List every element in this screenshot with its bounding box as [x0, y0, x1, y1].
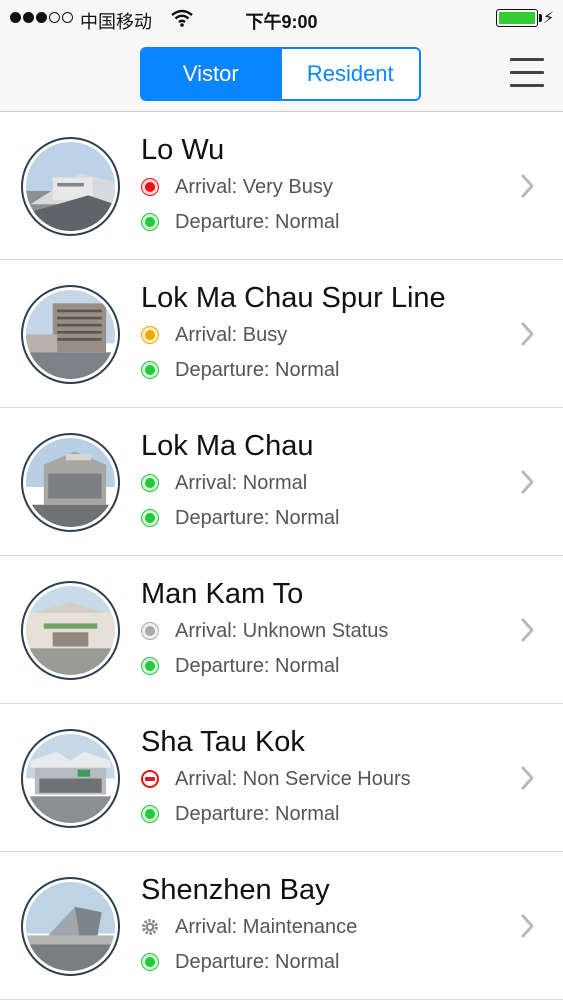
red-status-icon: [141, 178, 159, 196]
departure-status: Departure: Normal: [141, 210, 340, 234]
chevron-right-icon: [521, 914, 534, 938]
arrival-status: Arrival: Busy: [141, 323, 287, 347]
green-status-icon: [141, 953, 159, 971]
chevron-right-icon: [521, 174, 534, 198]
departure-status: Departure: Normal: [141, 802, 340, 826]
checkpoint-photo: [21, 581, 120, 680]
status-bar: 中国移动 下午9:00 ⚡: [0, 0, 563, 36]
departure-status-text: Departure: Normal: [175, 210, 340, 233]
departure-status-text: Departure: Normal: [175, 654, 340, 677]
green-status-icon: [141, 657, 159, 675]
checkpoint-photo: [21, 137, 120, 236]
checkpoint-name: Shenzhen Bay: [141, 874, 330, 906]
battery-tip: [539, 14, 542, 22]
arrival-status-text: Arrival: Very Busy: [175, 175, 333, 198]
departure-status-text: Departure: Normal: [175, 506, 340, 529]
checkpoint-name: Man Kam To: [141, 578, 304, 610]
arrival-status-text: Arrival: Normal: [175, 471, 308, 494]
arrival-status: Arrival: Normal: [141, 471, 307, 495]
list-item-sha-tau-kok[interactable]: Sha Tau Kok Arrival: Non Service Hours D…: [0, 704, 563, 852]
no-service-icon: [141, 770, 159, 788]
chevron-right-icon: [521, 322, 534, 346]
tab-resident[interactable]: Resident: [279, 49, 419, 99]
green-status-icon: [141, 213, 159, 231]
chevron-right-icon: [521, 618, 534, 642]
checkpoint-name: Lok Ma Chau: [141, 430, 314, 462]
list-item-man-kam-to[interactable]: Man Kam To Arrival: Unknown Status Depar…: [0, 556, 563, 704]
checkpoint-photo: [21, 285, 120, 384]
list-item-lok-ma-chau-spur-line[interactable]: Lok Ma Chau Spur Line Arrival: Busy Depa…: [0, 260, 563, 408]
charging-bolt-icon: ⚡: [543, 10, 555, 27]
arrival-status: Arrival: Maintenance: [141, 915, 357, 939]
departure-status: Departure: Normal: [141, 358, 340, 382]
green-status-icon: [141, 805, 159, 823]
checkpoint-photo: [21, 433, 120, 532]
departure-status: Departure: Normal: [141, 654, 340, 678]
checkpoint-name: Lok Ma Chau Spur Line: [141, 282, 446, 314]
hamburger-menu-icon[interactable]: [510, 58, 544, 90]
tab-visitor[interactable]: Vistor: [142, 49, 280, 99]
list-item-lo-wu[interactable]: Lo Wu Arrival: Very Busy Departure: Norm…: [0, 112, 563, 260]
departure-status-text: Departure: Normal: [175, 358, 340, 381]
battery-icon: [496, 9, 538, 27]
chevron-right-icon: [521, 766, 534, 790]
green-status-icon: [141, 509, 159, 527]
list-item-shenzhen-bay[interactable]: Shenzhen Bay Arrival: Maintenance Depart…: [0, 852, 563, 1000]
arrival-status: Arrival: Unknown Status: [141, 619, 388, 643]
chevron-right-icon: [521, 470, 534, 494]
departure-status-text: Departure: Normal: [175, 802, 340, 825]
green-status-icon: [141, 474, 159, 492]
visitor-resident-segmented-control: Vistor Resident: [140, 47, 421, 101]
orange-status-icon: [141, 326, 159, 344]
departure-status-text: Departure: Normal: [175, 950, 340, 973]
departure-status: Departure: Normal: [141, 950, 340, 974]
arrival-status-text: Arrival: Non Service Hours: [175, 767, 411, 790]
green-status-icon: [141, 361, 159, 379]
arrival-status-text: Arrival: Maintenance: [175, 915, 358, 938]
checkpoint-photo: [21, 877, 120, 976]
clock: 下午9:00: [245, 12, 318, 32]
arrival-status-text: Arrival: Busy: [175, 323, 288, 346]
nav-bar: Vistor Resident: [0, 36, 563, 112]
arrival-status: Arrival: Non Service Hours: [141, 767, 411, 791]
list-item-lok-ma-chau[interactable]: Lok Ma Chau Arrival: Normal Departure: N…: [0, 408, 563, 556]
checkpoint-name: Lo Wu: [141, 134, 225, 166]
checkpoint-list: Lo Wu Arrival: Very Busy Departure: Norm…: [0, 112, 563, 1000]
arrival-status: Arrival: Very Busy: [141, 175, 333, 199]
maintenance-gear-icon: [142, 919, 158, 935]
checkpoint-name: Sha Tau Kok: [141, 726, 305, 758]
gray-status-icon: [141, 622, 159, 640]
arrival-status-text: Arrival: Unknown Status: [175, 619, 389, 642]
checkpoint-photo: [21, 729, 120, 828]
departure-status: Departure: Normal: [141, 506, 340, 530]
